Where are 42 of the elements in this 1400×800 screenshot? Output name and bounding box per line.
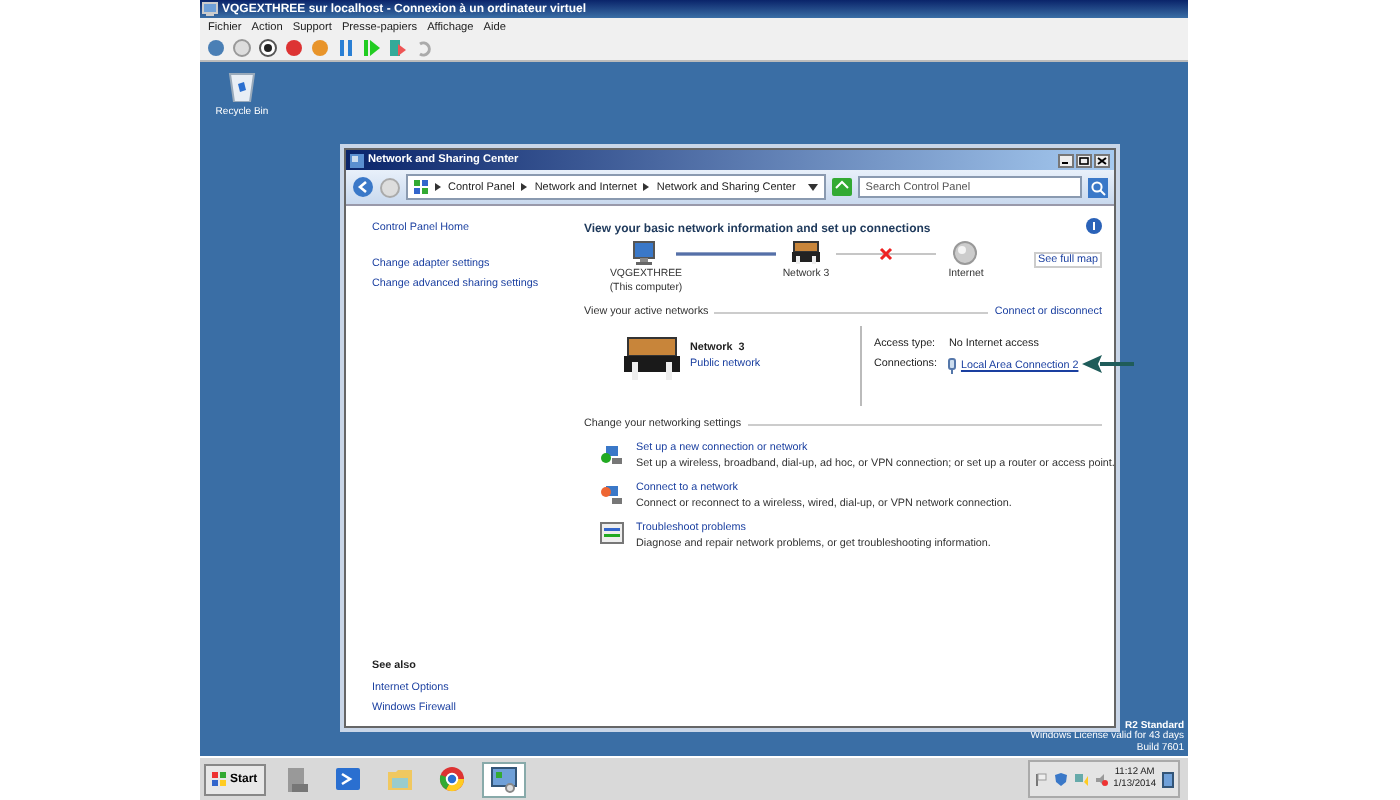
chevron-icon	[434, 182, 442, 192]
windows-logo-icon	[212, 772, 226, 786]
shield-icon[interactable]	[1053, 771, 1068, 787]
annotation-arrow	[1082, 354, 1135, 374]
powershell-icon	[333, 764, 362, 794]
network-setup-icon[interactable]	[600, 442, 624, 466]
stop-icon[interactable]	[258, 38, 278, 58]
shutdown-icon[interactable]	[284, 38, 304, 58]
refresh-icon[interactable]	[831, 178, 852, 196]
dropdown-icon[interactable]	[807, 183, 818, 191]
maximize-icon[interactable]	[1076, 153, 1092, 167]
monitor-icon	[202, 2, 218, 16]
pause-icon[interactable]	[336, 38, 356, 58]
chevron-icon	[642, 182, 651, 192]
show-desktop-icon[interactable]	[1162, 771, 1174, 787]
control-panel-icon	[414, 180, 428, 194]
close-icon[interactable]	[1094, 153, 1110, 167]
bench-icon[interactable]	[792, 240, 820, 266]
snapshot-icon[interactable]	[388, 38, 408, 58]
chevron-icon	[520, 182, 529, 192]
search-icon[interactable]	[1088, 177, 1108, 197]
folder-icon	[385, 764, 414, 794]
power-icon[interactable]	[310, 38, 330, 58]
start-icon[interactable]	[232, 38, 252, 58]
adapter-icon	[948, 358, 957, 374]
recycle-bin-icon[interactable]	[228, 70, 256, 102]
computer-icon[interactable]	[632, 240, 660, 266]
troubleshoot-icon[interactable]	[600, 522, 624, 546]
browser-icon	[437, 764, 466, 794]
ctrl-alt-del-icon[interactable]	[206, 38, 226, 58]
network-tray-icon[interactable]	[1073, 771, 1088, 787]
back-icon[interactable]	[352, 176, 374, 198]
taskbar-button[interactable]	[481, 761, 526, 797]
network-connect-icon[interactable]	[600, 482, 624, 506]
flag-icon[interactable]	[1033, 771, 1048, 787]
network-icon	[350, 153, 364, 167]
control-panel-icon	[489, 764, 518, 794]
minimize-icon[interactable]	[1058, 153, 1074, 167]
globe-icon[interactable]	[952, 240, 980, 266]
speaker-icon[interactable]	[1093, 771, 1108, 787]
help-icon[interactable]	[1086, 218, 1102, 234]
bench-icon	[624, 336, 680, 380]
